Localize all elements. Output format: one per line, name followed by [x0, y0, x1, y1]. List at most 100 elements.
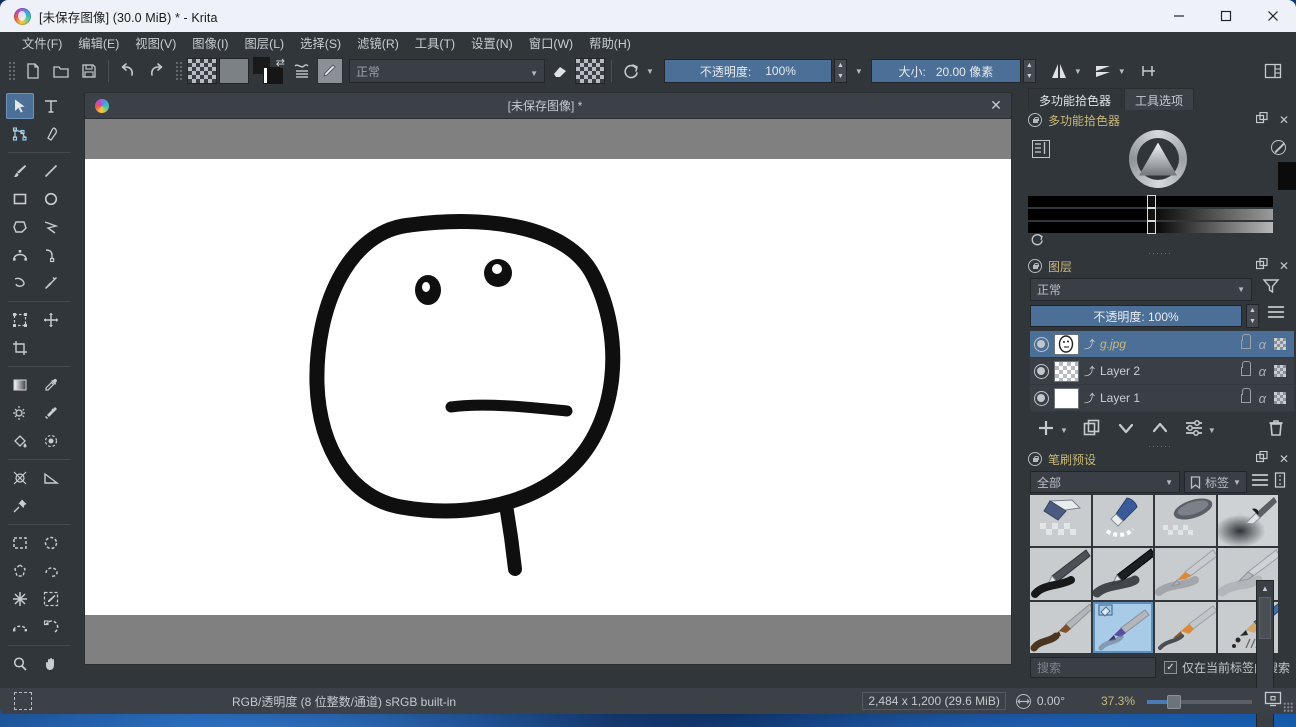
layer-visibility-icon[interactable] [1034, 391, 1049, 406]
canvas-document-tab[interactable]: [未保存图像] * ✕ [84, 92, 1012, 118]
filter-funnel-icon[interactable] [1262, 277, 1280, 300]
tool-bezier-select[interactable] [6, 614, 34, 640]
layer-inherit-alpha-icon[interactable]: ⤴ [1084, 390, 1095, 406]
opacity-spinner[interactable]: ▲▼ [834, 59, 847, 83]
tool-line[interactable] [37, 158, 65, 184]
pattern-swatch-icon[interactable] [219, 58, 249, 84]
hamburger-menu-icon[interactable] [1267, 305, 1285, 324]
refresh-icon[interactable] [1030, 232, 1045, 250]
tool-freehand-select[interactable] [37, 558, 65, 584]
move-layer-down-icon[interactable] [1116, 418, 1136, 443]
tool-select-shapes[interactable] [6, 93, 34, 119]
tool-reference-images[interactable] [6, 493, 34, 519]
duplicate-layer-icon[interactable] [1082, 418, 1102, 443]
brush-preset-ink-pen-dark[interactable] [1093, 548, 1154, 599]
brush-preset-brush-wet[interactable] [1030, 602, 1091, 653]
zoom-slider[interactable] [1147, 694, 1252, 708]
layer-visibility-icon[interactable] [1034, 364, 1049, 379]
tool-similar-color-select[interactable] [37, 586, 65, 612]
tool-freehand-brush[interactable] [6, 158, 34, 184]
brush-preset-pencil-soft[interactable] [1030, 548, 1091, 599]
move-layer-up-icon[interactable] [1150, 418, 1170, 443]
tab-tool-options[interactable]: 工具选项 [1124, 88, 1194, 110]
tool-rectangle[interactable] [6, 186, 34, 212]
close-docker-icon[interactable]: ✕ [1276, 452, 1292, 466]
menu-view[interactable]: 视图(V) [127, 32, 184, 54]
close-button[interactable] [1249, 0, 1296, 32]
tool-crop[interactable] [6, 335, 34, 361]
brush-tag-filter-combo[interactable]: 全部 ▼ [1030, 471, 1180, 493]
menu-help[interactable]: 帮助(H) [581, 32, 639, 54]
tool-fill[interactable] [6, 428, 34, 454]
current-color-swatch[interactable] [1278, 162, 1296, 190]
color-slider-3[interactable] [1028, 222, 1273, 233]
brush-preset-ink-gpen[interactable] [1218, 495, 1279, 546]
close-docker-icon[interactable]: ✕ [1276, 259, 1292, 273]
blending-modes-icon[interactable] [289, 58, 315, 84]
blend-mode-combo[interactable]: 正常 ▼ [349, 59, 545, 83]
checkbox[interactable]: ✓ [1164, 661, 1177, 674]
resize-grip[interactable] [1283, 702, 1293, 712]
canvas-viewport[interactable] [84, 118, 1012, 665]
workspace-chooser-icon[interactable] [1260, 58, 1286, 84]
float-docker-icon[interactable] [1254, 112, 1270, 128]
picker-options-icon[interactable] [1032, 140, 1050, 158]
menu-select[interactable]: 选择(S) [292, 32, 349, 54]
color-slider-2[interactable] [1028, 209, 1273, 220]
opacity-slider[interactable]: 不透明度: 100% [664, 59, 832, 83]
mirror-horizontal-icon[interactable] [1046, 58, 1072, 84]
menu-file[interactable]: 文件(F) [14, 32, 70, 54]
brush-preset-eraser-soft[interactable] [1030, 495, 1091, 546]
layer-properties-icon[interactable] [1184, 418, 1204, 443]
menu-layer[interactable]: 图层(L) [237, 32, 293, 54]
brush-preset-bristle-brush[interactable] [1155, 602, 1216, 653]
eraser-icon[interactable] [547, 58, 573, 84]
minimize-button[interactable] [1155, 0, 1202, 32]
search-input[interactable]: 搜索 [1030, 657, 1156, 678]
mirror-v-chevron-down-icon[interactable]: ▼ [1118, 67, 1126, 76]
tool-enclose-fill[interactable] [37, 428, 65, 454]
tool-zoom[interactable] [6, 651, 34, 677]
undo-icon[interactable] [115, 58, 141, 84]
close-docker-icon[interactable]: ✕ [1276, 113, 1292, 127]
tool-move[interactable] [37, 307, 65, 333]
tool-edit-shapes[interactable] [6, 121, 34, 147]
layer-inherit-alpha-icon[interactable]: ⤴ [1084, 363, 1095, 379]
size-slider[interactable]: 大小: 20.00 像素 [871, 59, 1021, 83]
tool-freehand-path[interactable] [37, 242, 65, 268]
tool-color-sampler[interactable] [37, 372, 65, 398]
brush-scroll-thumb[interactable] [1259, 597, 1271, 639]
gradient-swatch-icon[interactable] [187, 58, 217, 84]
tag-button[interactable]: 标签 ▼ [1184, 471, 1247, 493]
opacity-chevron-down-icon[interactable]: ▼ [855, 67, 863, 76]
mirror-vertical-icon[interactable] [1090, 58, 1116, 84]
layer-visibility-icon[interactable] [1034, 337, 1049, 352]
float-docker-icon[interactable] [1254, 451, 1270, 467]
foreground-background-color-icon[interactable]: ⇄ [253, 57, 285, 85]
tool-polygon-select[interactable] [6, 558, 34, 584]
menu-filter[interactable]: 滤镜(R) [349, 32, 407, 54]
tool-smart-patch[interactable] [37, 400, 65, 426]
alpha-lock-icon[interactable]: α [1259, 391, 1266, 406]
color-triangle-area[interactable] [1137, 138, 1179, 180]
toolbar-grip-2[interactable] [174, 60, 182, 82]
tool-text[interactable] [37, 93, 65, 119]
tool-gradient[interactable] [6, 372, 34, 398]
alpha-channel-icon[interactable] [1274, 338, 1286, 350]
menu-tools[interactable]: 工具(T) [407, 32, 463, 54]
scroll-up-icon[interactable]: ▲ [1257, 581, 1273, 595]
close-icon[interactable]: ✕ [981, 97, 1011, 114]
color-triangle[interactable] [1139, 143, 1177, 176]
table-row[interactable]: ⤴ Layer 2 α [1030, 358, 1294, 385]
tool-measure[interactable] [37, 465, 65, 491]
tool-assistant-editor[interactable] [6, 465, 34, 491]
toolbar-grip[interactable] [7, 60, 15, 82]
menu-window[interactable]: 窗口(W) [521, 32, 581, 54]
docker-lock-icon[interactable] [1028, 113, 1042, 127]
tool-contiguous-select[interactable] [6, 586, 34, 612]
alpha-channel-icon[interactable] [1274, 365, 1286, 377]
layer-opacity-spinner[interactable]: ▲▼ [1246, 304, 1259, 328]
selection-mask-icon[interactable] [14, 692, 32, 710]
tool-dynamic-brush[interactable] [6, 270, 34, 296]
tool-multibrush[interactable] [37, 270, 65, 296]
